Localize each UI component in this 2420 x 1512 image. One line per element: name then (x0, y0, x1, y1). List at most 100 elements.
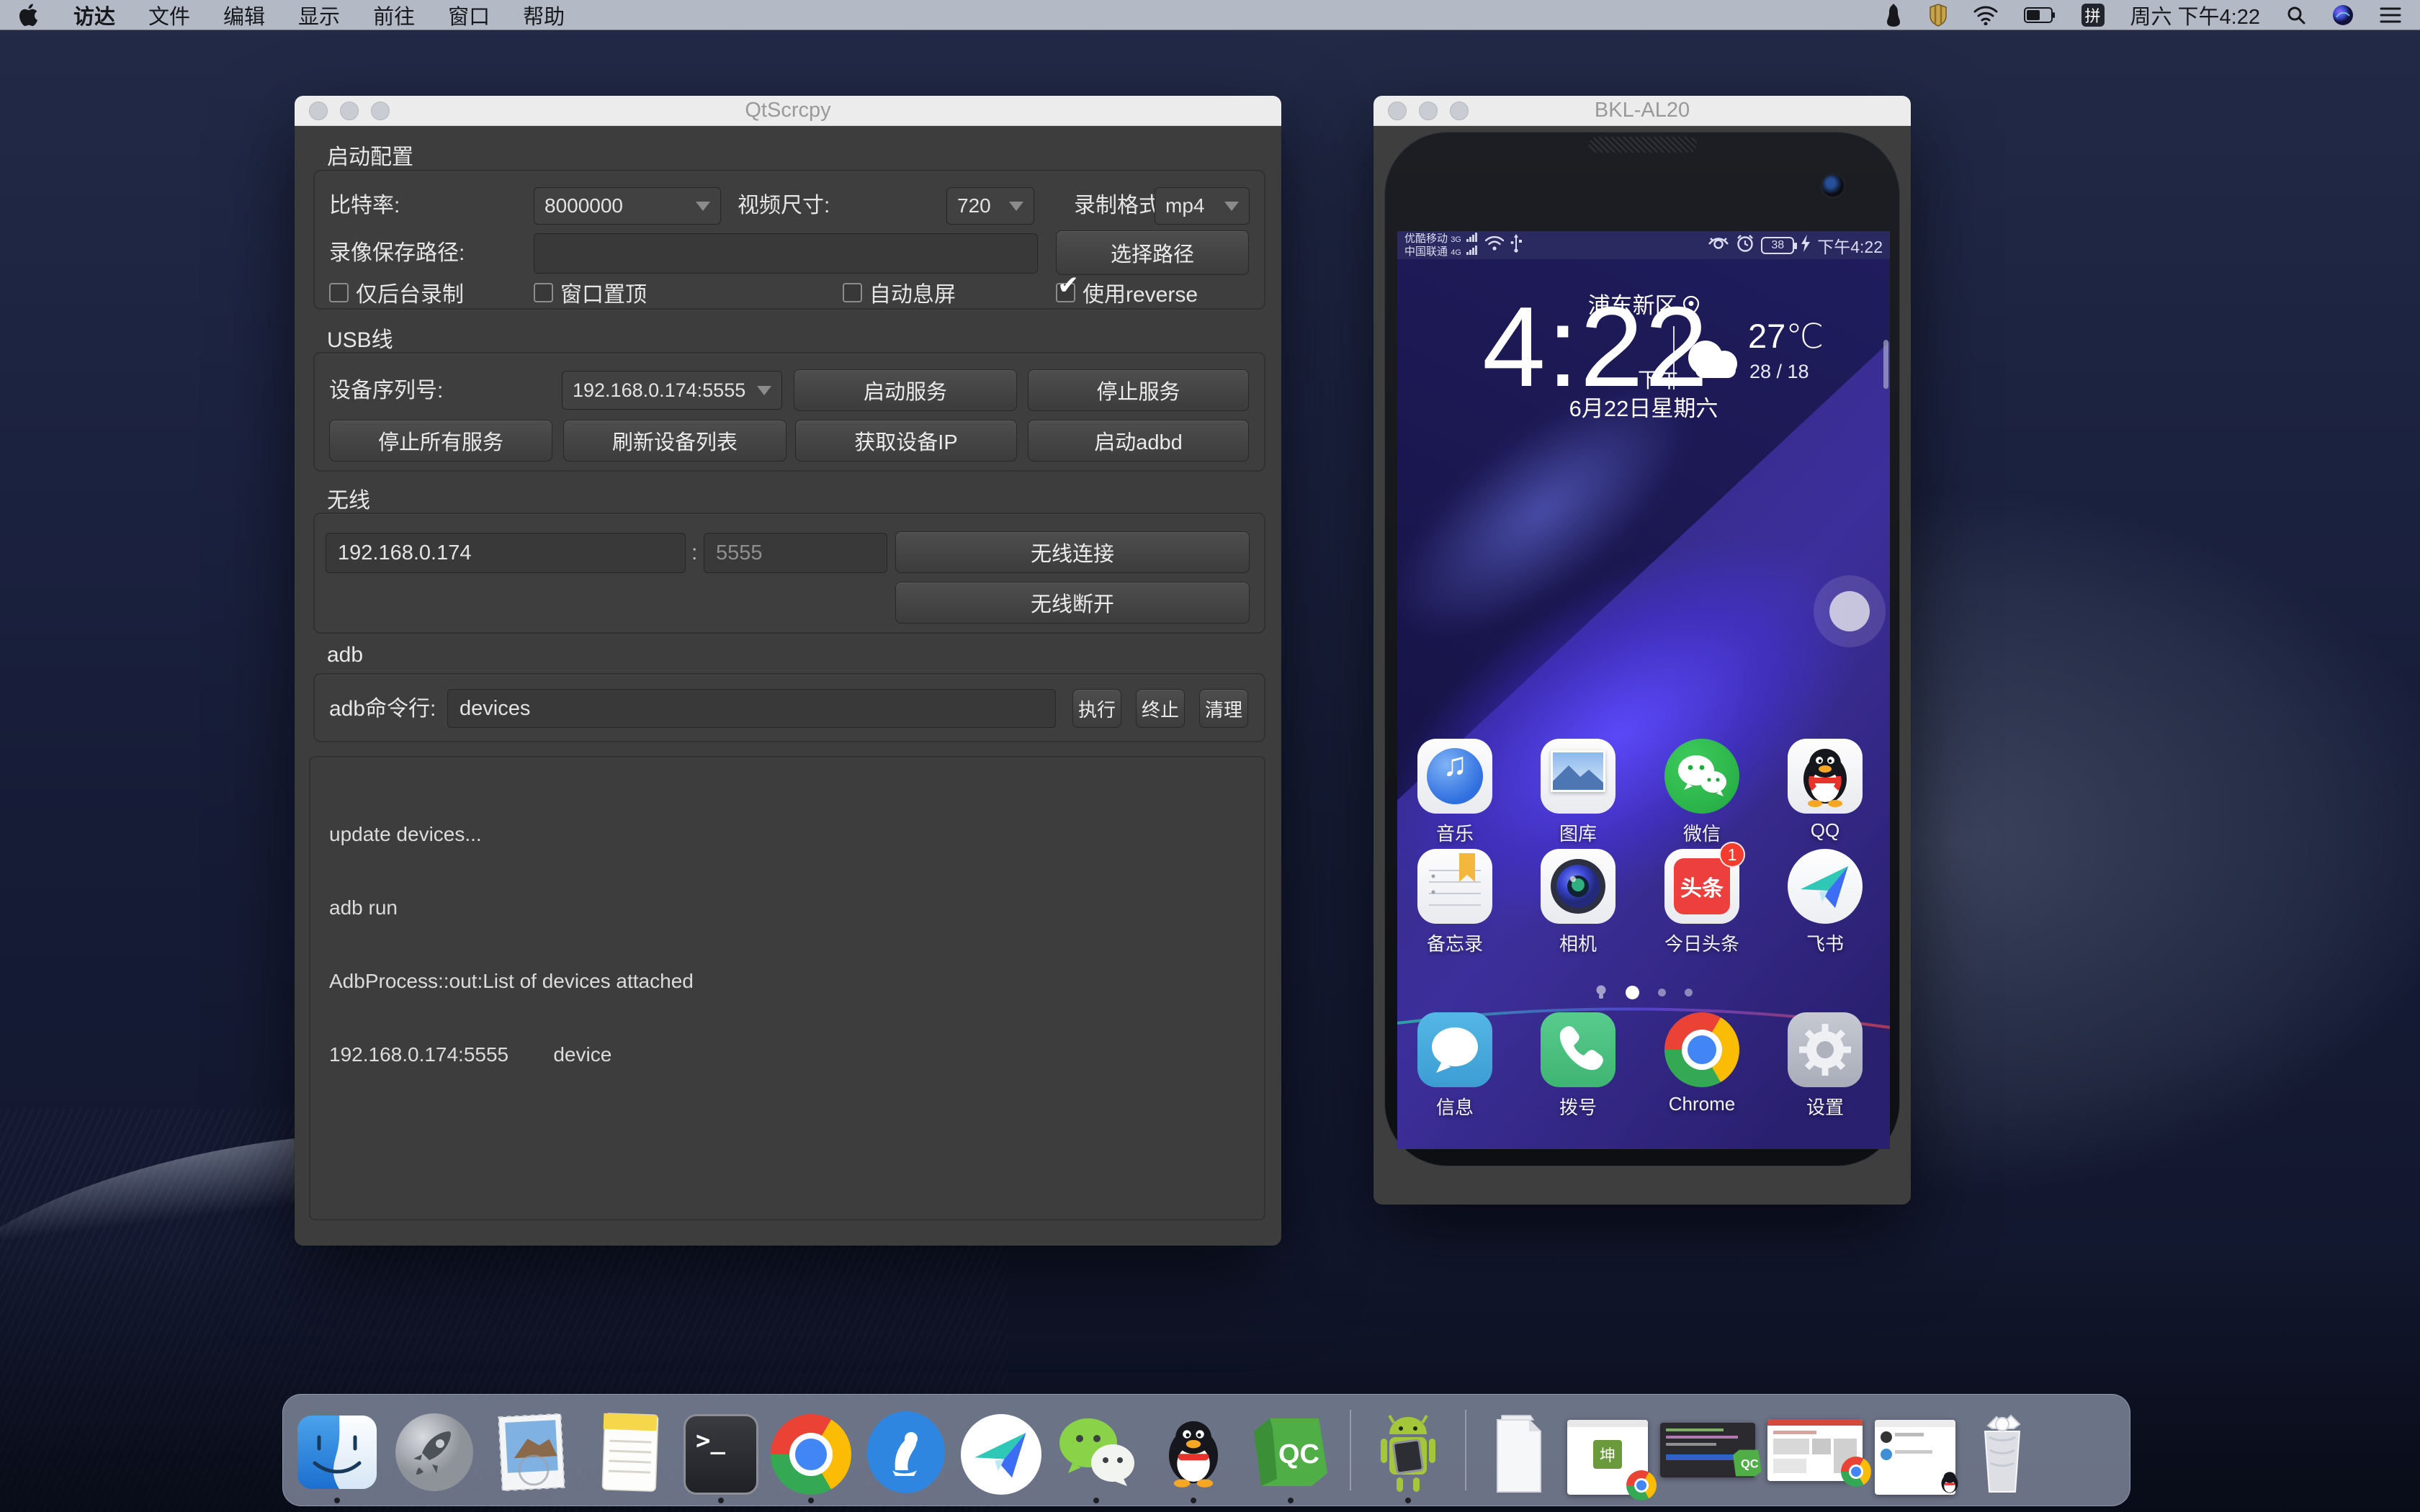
app-notes[interactable]: 备忘录 (1404, 849, 1505, 956)
menu-go[interactable]: 前往 (373, 0, 415, 30)
scrollbar[interactable] (1883, 340, 1888, 389)
dock-item-minimized-qtcreator-window[interactable]: QC (1660, 1405, 1755, 1495)
app-settings[interactable]: 设置 (1775, 1012, 1876, 1120)
dock-item-trash[interactable] (1968, 1405, 2037, 1495)
dock-item-wechat[interactable] (1054, 1405, 1139, 1495)
dock-item-minimized-chrome-window[interactable]: 坤 (1567, 1405, 1648, 1495)
record-format-combo[interactable]: mp4 (1155, 187, 1250, 225)
menu-help[interactable]: 帮助 (523, 0, 565, 30)
record-path-input[interactable] (534, 233, 1038, 274)
dock-item-android-scrcpy[interactable] (1368, 1405, 1448, 1495)
checkbox-record-background[interactable]: 仅后台录制 (329, 278, 464, 307)
record-format-label: 录制格式: (1074, 187, 1166, 225)
adb-cmd-value: devices (460, 697, 530, 721)
minimize-button[interactable] (340, 102, 359, 120)
app-toutiao[interactable]: 头条 1 今日头条 (1652, 849, 1752, 956)
clear-button[interactable]: 清理 (1199, 689, 1248, 728)
app-feishu[interactable]: 飞书 (1775, 849, 1876, 956)
launch-config-group: 比特率: 8000000 视频尺寸: 720 录制格式: mp4 录像保存路径:… (313, 170, 1265, 310)
app-messages[interactable]: 信息 (1404, 1012, 1505, 1120)
app-dialer[interactable]: 拨号 (1528, 1012, 1628, 1120)
dock-item-chrome[interactable] (771, 1405, 851, 1495)
zoom-button[interactable] (371, 102, 390, 120)
wireless-ip-input[interactable]: 192.168.0.174 (326, 533, 686, 573)
app-music[interactable]: ♫ 音乐 (1404, 739, 1505, 846)
menu-bar-clock[interactable]: 周六 下午4:22 (2130, 0, 2261, 30)
floating-nav-ball[interactable] (1829, 591, 1870, 631)
alarm-icon (1736, 234, 1754, 256)
app-wechat[interactable]: 微信 (1652, 739, 1752, 846)
choose-path-button[interactable]: 选择路径 (1056, 230, 1249, 275)
adb-cmd-input[interactable]: devices (447, 689, 1056, 728)
running-indicator (1191, 1498, 1196, 1503)
dock-item-mail[interactable] (489, 1405, 574, 1495)
wireless-connect-button[interactable]: 无线连接 (895, 531, 1250, 573)
qq-penguin-icon (1788, 739, 1863, 814)
menu-window[interactable]: 窗口 (448, 0, 490, 30)
dock-item-minimized-qq-window[interactable] (1875, 1405, 1955, 1495)
app-chrome[interactable]: Chrome (1652, 1012, 1752, 1115)
checkbox-always-on-top[interactable]: 窗口置顶 (534, 278, 647, 307)
serial-combo[interactable]: 192.168.0.174:5555 (562, 371, 782, 410)
dock-item-seal-app[interactable] (864, 1405, 949, 1495)
notification-center-icon[interactable] (2380, 6, 2401, 24)
menu-edit[interactable]: 编辑 (223, 0, 265, 30)
stop-all-services-button[interactable]: 停止所有服务 (329, 420, 552, 462)
start-adbd-button[interactable]: 启动adbd (1028, 420, 1249, 462)
chevron-down-icon (696, 202, 710, 211)
dock-item-qtcreator[interactable]: QC (1248, 1405, 1333, 1495)
get-device-ip-button[interactable]: 获取设备IP (795, 420, 1017, 462)
terminate-button[interactable]: 终止 (1136, 689, 1185, 728)
launchpad-rocket-icon (392, 1410, 477, 1495)
bitrate-combo[interactable]: 8000000 (534, 187, 721, 225)
adb-log-output[interactable]: update devices... adb run AdbProcess::ou… (309, 756, 1265, 1220)
minimize-button[interactable] (1419, 102, 1438, 120)
app-qq[interactable]: QQ (1775, 739, 1876, 842)
tray-shield-icon[interactable] (1929, 4, 1948, 27)
page-indicator (1397, 984, 1890, 1000)
seal-icon (864, 1410, 949, 1495)
wireless-disconnect-button[interactable]: 无线断开 (895, 582, 1250, 624)
app-camera[interactable]: 相机 (1528, 849, 1628, 956)
app-label: 音乐 (1404, 819, 1505, 846)
checkmark-icon: ✔ (1057, 270, 1079, 300)
execute-button[interactable]: 执行 (1072, 689, 1121, 728)
video-size-combo[interactable]: 720 (946, 187, 1034, 225)
dock-item-feishu[interactable] (961, 1405, 1041, 1495)
dock-item-qq[interactable] (1151, 1405, 1236, 1495)
dock-item-finder[interactable] (295, 1405, 380, 1495)
dock-item-minimized-browser-window[interactable] (1767, 1405, 1863, 1495)
apple-menu-icon[interactable] (19, 3, 40, 27)
qtscrcpy-titlebar[interactable]: QtScrcpy (295, 96, 1281, 126)
dock-item-launchpad[interactable] (392, 1405, 477, 1495)
dock-item-documents-stack[interactable] (1483, 1405, 1555, 1495)
menu-finder[interactable]: 访达 (73, 0, 115, 30)
siri-icon[interactable] (2332, 4, 2354, 26)
dock-item-notes[interactable] (586, 1405, 671, 1495)
stop-service-button[interactable]: 停止服务 (1028, 369, 1249, 411)
checkbox-use-reverse[interactable]: ✔ 使用reverse (1056, 278, 1198, 307)
dock-item-terminal[interactable]: >_ (684, 1405, 758, 1495)
qq-badge-icon (1935, 1468, 1964, 1500)
checkbox-label: 仅后台录制 (356, 276, 464, 308)
zoom-button[interactable] (1450, 102, 1469, 120)
wireless-port-input[interactable]: 5555 (704, 533, 887, 573)
phone-handset-icon (1541, 1012, 1615, 1087)
phone-window-titlebar[interactable]: BKL-AL20 (1373, 96, 1911, 126)
tray-bird-icon[interactable] (1884, 4, 1903, 27)
menu-file[interactable]: 文件 (148, 0, 190, 30)
phone-screen[interactable]: 优酷移动 3G 中国联通 4G (1397, 231, 1890, 1149)
window-title: BKL-AL20 (1595, 99, 1690, 122)
app-gallery[interactable]: 图库 (1528, 739, 1628, 846)
wifi-icon[interactable] (1973, 5, 1998, 25)
menu-view[interactable]: 显示 (298, 0, 340, 30)
close-button[interactable] (1388, 102, 1407, 120)
spotlight-search-icon[interactable] (2286, 5, 2306, 25)
close-button[interactable] (309, 102, 328, 120)
input-method-icon[interactable]: 拼 (2081, 4, 2105, 27)
weather-high-low: 28 / 18 (1749, 361, 1809, 383)
start-service-button[interactable]: 启动服务 (794, 369, 1017, 411)
battery-icon[interactable] (2024, 6, 2056, 24)
refresh-device-list-button[interactable]: 刷新设备列表 (563, 420, 786, 462)
checkbox-auto-screen-off[interactable]: 自动息屏 (843, 278, 956, 307)
